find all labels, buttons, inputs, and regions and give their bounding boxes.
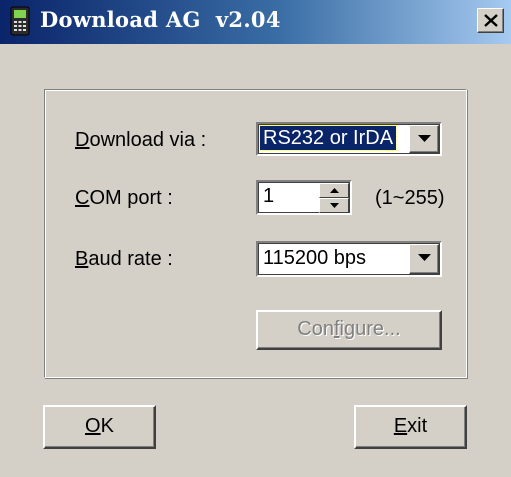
baud-rate-value: 115200 bps [263, 247, 367, 269]
configure-button[interactable]: Configure... [256, 310, 442, 350]
exit-label-text: xit [407, 415, 428, 437]
com-port-range-hint: (1~255) [375, 187, 445, 209]
baud-rate-label-text: aud rate : [88, 248, 173, 270]
chevron-down-icon [418, 254, 431, 261]
baud-rate-dropdown-button[interactable] [409, 244, 439, 274]
com-port-spinner[interactable]: 1 [256, 180, 352, 215]
download-via-label: Download via : [75, 129, 206, 152]
exit-mnemonic: E [393, 415, 408, 437]
close-button[interactable] [477, 8, 504, 33]
download-via-value: RS232 or IrDA [258, 125, 398, 151]
title-bar[interactable]: Download AG v2.04 [0, 0, 511, 44]
com-port-label-text: OM port : [89, 187, 173, 209]
com-port-spin-up[interactable] [319, 183, 349, 198]
caret-up-icon [330, 188, 339, 193]
com-port-label: COM port : [75, 187, 173, 210]
configure-label-start: Con [297, 318, 334, 340]
chevron-down-icon [418, 135, 431, 142]
window-title: Download AG v2.04 [40, 7, 281, 32]
download-via-label-text: ownload via : [89, 129, 207, 151]
download-via-dropdown-button[interactable] [409, 125, 439, 153]
baud-rate-mnemonic: B [75, 248, 89, 270]
baud-rate-select[interactable]: 115200 bps [256, 241, 442, 277]
exit-button[interactable]: Exit [354, 405, 467, 449]
download-via-mnemonic: D [75, 129, 90, 151]
barcode-terminal-icon [10, 6, 30, 36]
close-icon [484, 14, 498, 27]
com-port-value: 1 [263, 185, 275, 207]
com-port-spin-down[interactable] [319, 198, 349, 213]
download-via-select[interactable]: RS232 or IrDA [256, 122, 442, 156]
ok-mnemonic: O [85, 415, 101, 437]
ok-label-text: K [100, 415, 114, 437]
configure-label-end: igure... [339, 318, 401, 340]
baud-rate-label: Baud rate : [75, 248, 173, 271]
ok-button[interactable]: OK [43, 405, 156, 449]
com-port-mnemonic: C [75, 187, 90, 209]
caret-down-icon [330, 203, 339, 208]
